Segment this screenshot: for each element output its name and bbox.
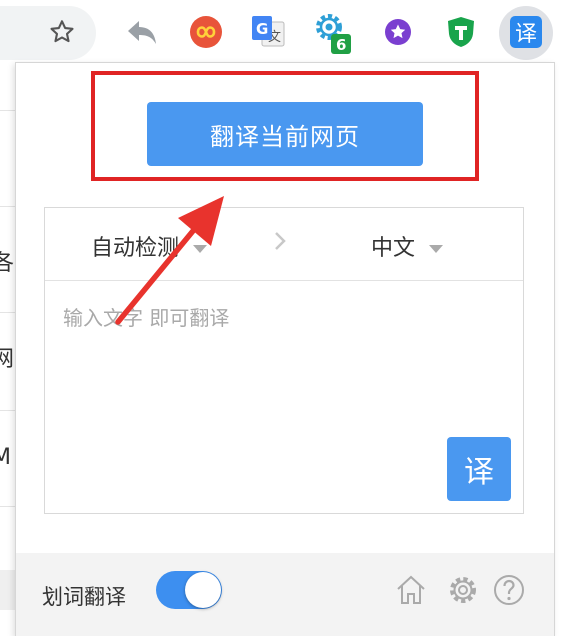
- settings-icon[interactable]: [446, 573, 480, 611]
- help-icon[interactable]: [492, 573, 526, 611]
- screenshot-root: 文 G 6 译 各 网 M 翻译当前网页 自动检测 中文 输入文字 即可翻译 译…: [0, 0, 570, 636]
- translate-extension-label: 译: [515, 22, 537, 47]
- word-translate-label: 划词翻译: [42, 585, 126, 609]
- back-arrow-icon[interactable]: [120, 10, 164, 54]
- highlight-box: [91, 71, 479, 181]
- google-translate-icon[interactable]: 文 G: [246, 10, 290, 54]
- source-language-label: 自动检测: [91, 236, 180, 261]
- word-translate-toggle[interactable]: [156, 571, 222, 609]
- page-divider: [0, 206, 16, 207]
- target-language-label: 中文: [371, 236, 416, 261]
- page-text-fragment: 网: [0, 347, 15, 372]
- chevron-right-icon: [273, 230, 287, 256]
- page-divider: [0, 110, 16, 111]
- page-text-fragment: 各: [0, 251, 15, 276]
- popup-footer: 划词翻译: [16, 553, 554, 636]
- page-gray-block: [0, 570, 16, 610]
- star-icon[interactable]: [40, 10, 84, 54]
- source-text-input[interactable]: [61, 300, 505, 424]
- purple-star-extension-icon[interactable]: [376, 10, 420, 54]
- page-text-fragment: M: [0, 445, 11, 470]
- translate-extension-icon[interactable]: 译: [504, 10, 548, 54]
- infinity-extension-icon[interactable]: [184, 10, 228, 54]
- source-language-select[interactable]: 自动检测: [91, 230, 208, 262]
- target-language-select[interactable]: 中文: [371, 230, 444, 262]
- home-icon[interactable]: [394, 573, 428, 611]
- green-shield-extension-icon[interactable]: [439, 10, 483, 54]
- page-background: 各 网 M: [0, 66, 16, 636]
- browser-toolbar: 文 G 6 译: [0, 0, 570, 66]
- translate-panel: 自动检测 中文 译: [44, 207, 524, 514]
- chevron-down-icon: [193, 234, 208, 259]
- chevron-down-icon: [429, 234, 444, 259]
- svg-text:G: G: [256, 20, 268, 38]
- toggle-knob: [185, 572, 221, 608]
- page-divider: [0, 506, 16, 507]
- gear-badge-count: 6: [336, 36, 346, 54]
- page-divider: [0, 410, 16, 411]
- gear-extension-icon[interactable]: 6: [310, 10, 354, 54]
- translate-button[interactable]: 译: [447, 437, 511, 501]
- translate-popup: 翻译当前网页 自动检测 中文 输入文字 即可翻译 译 划词翻译: [15, 62, 555, 636]
- page-divider: [0, 312, 16, 313]
- language-row: 自动检测 中文: [45, 208, 523, 281]
